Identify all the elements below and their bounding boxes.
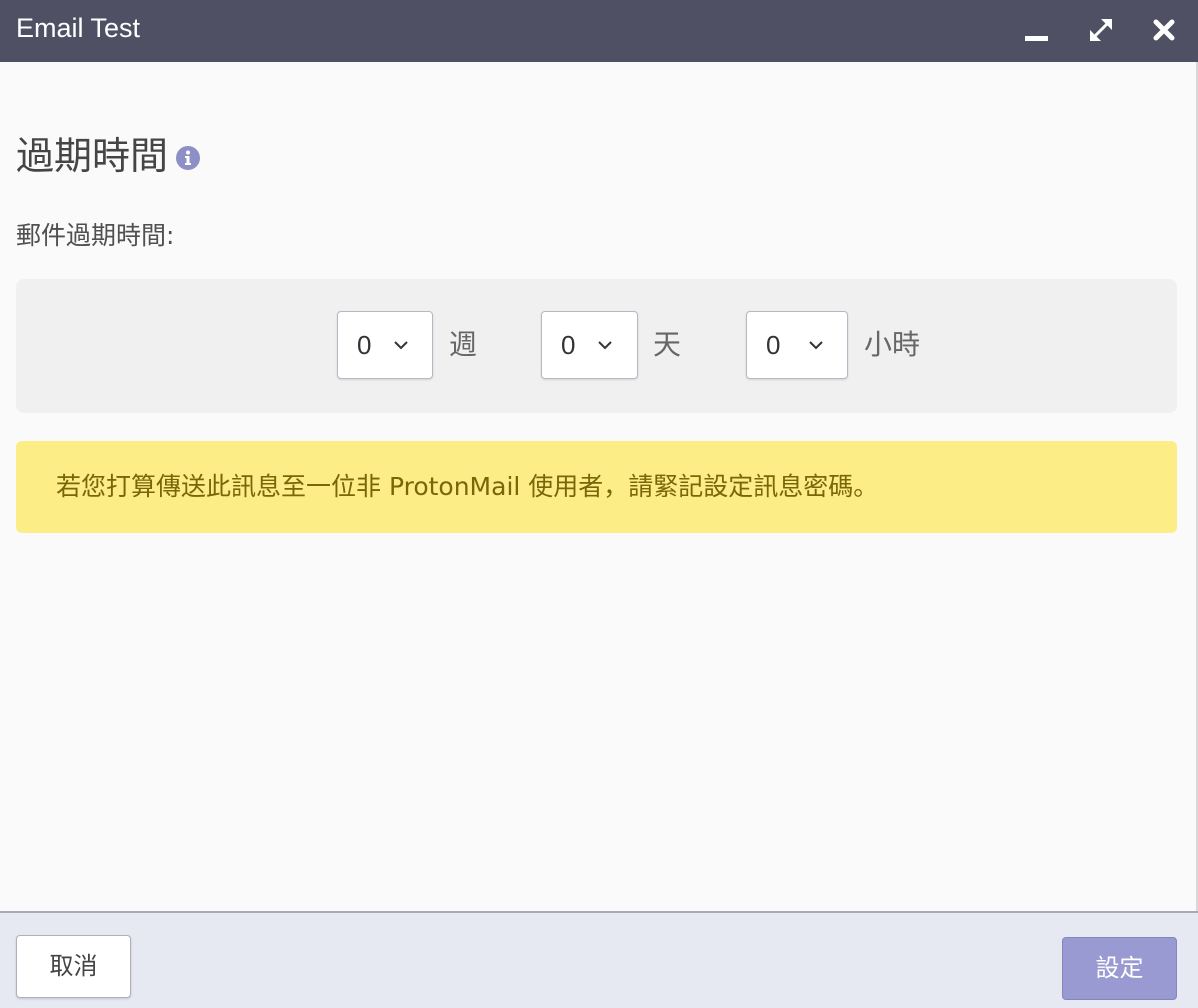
page-title: 過期時間 — [16, 132, 201, 180]
weeks-value: 0 — [357, 330, 372, 360]
page-title-text: 過期時間 — [16, 134, 169, 178]
days-unit: 天 — [653, 328, 682, 361]
maximize-button[interactable] — [1085, 14, 1117, 46]
minimize-button[interactable] — [1021, 14, 1053, 46]
close-button[interactable] — [1148, 14, 1180, 46]
expiration-label: 郵件過期時間: — [16, 221, 175, 250]
hours-select[interactable]: 0 — [746, 311, 848, 379]
set-button[interactable]: 設定 — [1062, 937, 1177, 1000]
days-value: 0 — [561, 330, 576, 360]
window-titlebar: Email Test — [0, 0, 1198, 62]
close-icon — [1153, 19, 1175, 41]
days-select[interactable]: 0 — [541, 311, 638, 379]
info-icon[interactable] — [176, 146, 201, 170]
chevron-down-icon — [393, 338, 409, 352]
chevron-down-icon — [597, 338, 613, 352]
hours-value: 0 — [766, 330, 781, 360]
cancel-button[interactable]: 取消 — [16, 935, 131, 998]
weeks-unit: 週 — [449, 328, 478, 361]
password-notice: 若您打算傳送此訊息至一位非 ProtonMail 使用者，請緊記設定訊息密碼。 — [16, 441, 1177, 533]
weeks-select[interactable]: 0 — [337, 311, 433, 379]
notice-text: 若您打算傳送此訊息至一位非 ProtonMail 使用者，請緊記設定訊息密碼。 — [56, 472, 879, 501]
maximize-icon — [1090, 19, 1112, 41]
window-title: Email Test — [16, 13, 141, 43]
minimize-icon — [1025, 36, 1048, 41]
hours-unit: 小時 — [864, 328, 921, 361]
modal-footer: 取消 設定 — [0, 911, 1198, 1008]
chevron-down-icon — [808, 338, 824, 352]
expiration-panel: 0 週 0 天 0 小時 — [16, 279, 1177, 413]
